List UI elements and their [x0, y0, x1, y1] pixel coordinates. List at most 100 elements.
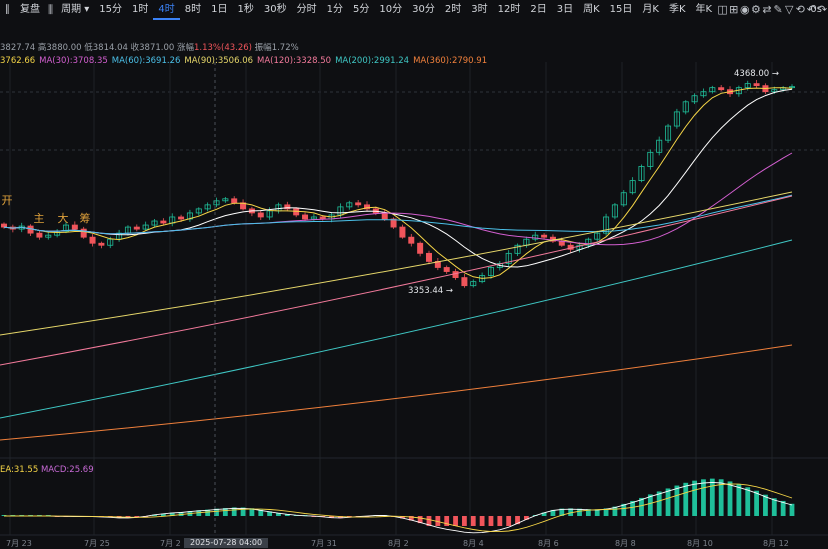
ma-legend-item: MA(60):3691.26 — [111, 56, 181, 66]
period-tab[interactable]: 4时 — [153, 0, 180, 20]
macd-histogram-bar — [754, 490, 759, 516]
candle-body — [71, 224, 78, 230]
candle-body — [417, 242, 424, 254]
camera-icon[interactable]: ◉ — [739, 0, 750, 20]
period-tab[interactable]: 1分 — [322, 0, 348, 20]
x-axis-tick: 8月 10 — [687, 539, 713, 548]
ohlc-line: 3827.74 高3880.00 低3814.04 收3871.00 涨幅1.1… — [0, 43, 299, 53]
macd-histogram-bar — [506, 516, 512, 526]
period-tab[interactable]: 3日 — [552, 0, 578, 20]
candle-body — [80, 228, 87, 238]
ma-legend-item: MA(30):3708.35 — [39, 56, 108, 66]
toolbar: ∥ 复盘 ⫼ 周期 ▾ 15分 1时 4时 8时 1日 1秒 30秒 分时 1分 5分 10分 30分… — [0, 0, 828, 20]
ma5-line — [3, 87, 793, 279]
filter-icon[interactable]: ▽ — [784, 0, 795, 20]
side-button-chips[interactable]: 筹 — [78, 212, 92, 226]
macd-dif-line — [4, 481, 793, 534]
candle-body — [399, 226, 406, 238]
period-tab[interactable]: 15分 — [94, 0, 127, 20]
macd-histogram-bar — [674, 485, 680, 516]
candle-body — [302, 214, 309, 220]
candle-body — [443, 267, 450, 272]
period-tab[interactable]: 30秒 — [259, 0, 292, 20]
candle-body — [0, 223, 7, 228]
macd-histogram-bar — [701, 479, 706, 516]
ma-legend: 3762.66 MA(30):3708.35 MA(60):3691.26 MA(90… — [0, 55, 491, 67]
indicator-icon[interactable]: ◫ — [717, 0, 728, 20]
ma-legend-item: 3762.66 — [0, 56, 36, 66]
period-tab[interactable]: 30分 — [407, 0, 440, 20]
reset-icon[interactable]: ⟲ — [795, 0, 806, 20]
macd-histogram-bar — [692, 480, 698, 516]
x-axis-tick: 8月 6 — [538, 539, 559, 548]
kline-chart[interactable] — [0, 0, 828, 548]
candle-body — [89, 236, 96, 244]
ma-legend-item: MA(360):2790.91 — [413, 56, 488, 66]
period-tab[interactable]: 5分 — [348, 0, 374, 20]
ma-legend-item: MA(120):3328.50 — [257, 56, 332, 66]
candle-body — [293, 208, 300, 216]
ruler-icon[interactable]: ⊞ — [728, 0, 739, 20]
candle-body — [36, 232, 43, 238]
period-tab[interactable]: 15日 — [605, 0, 638, 20]
candle-body — [381, 212, 388, 220]
period-tab[interactable]: 季K — [664, 0, 691, 20]
candle-body — [753, 83, 760, 87]
macd-histogram-bar — [479, 516, 485, 526]
candle-body — [133, 226, 140, 230]
period-tab[interactable]: 1秒 — [233, 0, 259, 20]
macd-histogram-bar — [647, 494, 653, 516]
period-tab[interactable]: 12时 — [493, 0, 526, 20]
macd-dea-line — [4, 483, 793, 533]
candles-icon[interactable]: ⫼ — [45, 0, 56, 20]
period-tabs: 15分 1时 4时 8时 1日 1秒 30秒 分时 1分 5分 10分 30分 2时 3时 12时 2日 3日周… — [94, 0, 717, 20]
candle-body — [98, 242, 105, 246]
compare-icon[interactable]: ⇄ — [761, 0, 772, 20]
x-axis-tick: 8月 4 — [463, 539, 484, 548]
macd-legend: EA:31.55 MACD:25.69 — [0, 465, 94, 475]
period-tab[interactable]: 8时 — [180, 0, 206, 20]
settings-icon[interactable]: ⚙ — [750, 0, 761, 20]
candle-body — [160, 220, 167, 224]
macd-histogram-bar — [709, 478, 715, 516]
period-tab[interactable]: 1日 — [206, 0, 232, 20]
period-tab[interactable]: 年K — [691, 0, 718, 20]
macd-histogram-bar — [745, 487, 751, 516]
candle-body — [257, 212, 264, 218]
x-axis-tick: 7月 31 — [311, 539, 337, 548]
x-axis-tick: 7月 23 — [6, 539, 32, 548]
period-tab[interactable]: 分时 — [292, 0, 322, 20]
period-selector[interactable]: 周期 ▾ — [56, 0, 94, 20]
ma-legend-item: MA(90):3506.06 — [184, 56, 254, 66]
ma30-line — [3, 152, 793, 246]
candle-body — [231, 198, 238, 204]
candle-body — [355, 202, 362, 206]
macd-histogram-bar — [789, 503, 795, 516]
period-tab[interactable]: 2日 — [525, 0, 551, 20]
period-tab[interactable]: 1时 — [127, 0, 153, 20]
side-button-open[interactable]: 开 — [0, 194, 14, 208]
candle-body — [718, 87, 725, 91]
side-button-main[interactable]: 主 — [32, 212, 46, 226]
side-button-big[interactable]: 大 — [56, 212, 70, 226]
x-axis-tick: 8月 2 — [388, 539, 409, 548]
macd-histogram-bar — [727, 481, 733, 516]
x-axis-tick: 8月 12 — [763, 539, 789, 548]
macd-histogram-bar — [470, 516, 476, 526]
candle-body — [541, 234, 548, 238]
period-tab[interactable]: 周K — [578, 0, 605, 20]
restore-button[interactable]: 复盘 — [15, 0, 45, 20]
period-tab[interactable]: 月K — [637, 0, 664, 20]
toolbar-prefix[interactable]: ∥ — [0, 0, 15, 20]
draw-icon[interactable]: ✎ — [773, 0, 784, 20]
period-tab[interactable]: 2时 — [440, 0, 466, 20]
macd-histogram-bar — [656, 491, 662, 516]
period-tab[interactable]: 3时 — [466, 0, 492, 20]
candle-body — [178, 216, 185, 220]
candle-body — [425, 252, 432, 262]
candle-body — [461, 277, 468, 287]
macd-histogram-bar — [488, 516, 494, 526]
low-price-label: 3353.44 → — [408, 286, 453, 296]
period-tab[interactable]: 10分 — [374, 0, 407, 20]
crosshair-time-label: 2025-07-28 04:00 — [184, 538, 269, 548]
